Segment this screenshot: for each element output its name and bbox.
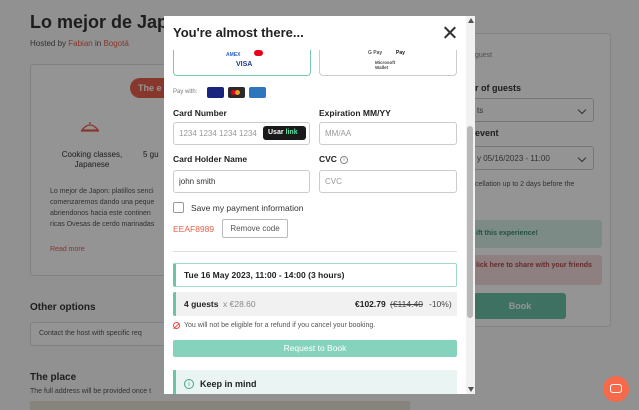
scroll-down-icon[interactable] (468, 387, 474, 392)
modal-scrollbar[interactable] (466, 16, 475, 394)
expiration-label: Expiration MM/YY (319, 108, 391, 118)
link-use-text: Usar (268, 129, 284, 136)
cvc-label: CVC (319, 154, 337, 164)
apple-pay-brand: Pay (396, 50, 405, 56)
no-entry-icon (173, 322, 180, 329)
link-pay-button[interactable]: Usar link (263, 126, 306, 140)
close-icon[interactable] (442, 25, 458, 41)
save-payment-label: Save my payment information (191, 203, 304, 213)
checkout-modal: You're almost there... AMEX VISA G Pay P… (164, 16, 475, 394)
modal-header: You're almost there... (164, 16, 475, 50)
scroll-up-icon[interactable] (468, 18, 474, 23)
request-to-book-button[interactable]: Request to Book (173, 340, 457, 357)
mastercard-card-icon (228, 87, 245, 98)
amex-brand: AMEX (226, 52, 241, 58)
booking-date: Tue 16 May 2023, 11:00 - 14:00 (3 hours) (173, 263, 457, 287)
payment-method-card[interactable]: AMEX VISA (173, 50, 311, 76)
remove-code-button[interactable]: Remove code (222, 219, 288, 238)
info-icon: i (184, 379, 194, 389)
pay-with-label: Pay with: (173, 89, 198, 95)
info-icon[interactable]: i (340, 156, 348, 164)
cvc-input[interactable] (319, 170, 457, 193)
mastercard-icon (254, 50, 263, 56)
card-holder-label: Card Holder Name (173, 154, 248, 164)
save-payment-checkbox[interactable] (173, 202, 184, 213)
chat-bubble-icon (610, 384, 622, 393)
modal-title: You're almost there... (173, 25, 304, 40)
refund-notice: You will not be eligible for a refund if… (184, 322, 376, 329)
microsoft-wallet-brand: Microsoft Wallet (375, 60, 396, 70)
scroll-thumb[interactable] (467, 126, 473, 318)
chat-icon[interactable] (603, 376, 629, 402)
total-price: €102.79 (355, 299, 386, 309)
visa-card-icon (207, 87, 224, 98)
price-per-guest: x €28.60 (223, 299, 256, 309)
gpay-brand: G Pay (368, 50, 383, 56)
card-holder-input[interactable] (173, 170, 310, 193)
promo-code: EEAF8989 (173, 224, 215, 234)
payment-method-wallet[interactable]: G Pay Pay Microsoft Wallet (319, 50, 457, 76)
divider (173, 251, 457, 252)
expiration-input[interactable] (319, 122, 457, 145)
visa-brand: VISA (236, 61, 253, 68)
guests-count: 4 guests (184, 299, 219, 309)
link-brand-text: link (285, 129, 298, 136)
amex-card-icon (249, 87, 266, 98)
keep-in-mind-box: i Keep in mind (173, 370, 457, 394)
price-summary: 4 guests x €28.60 €102.79 (€114.40 -10%) (173, 292, 457, 316)
keep-in-mind-heading: Keep in mind (200, 379, 257, 389)
discount: -10%) (429, 299, 452, 309)
card-number-label: Card Number (173, 108, 227, 118)
original-price: (€114.40 (390, 299, 423, 309)
